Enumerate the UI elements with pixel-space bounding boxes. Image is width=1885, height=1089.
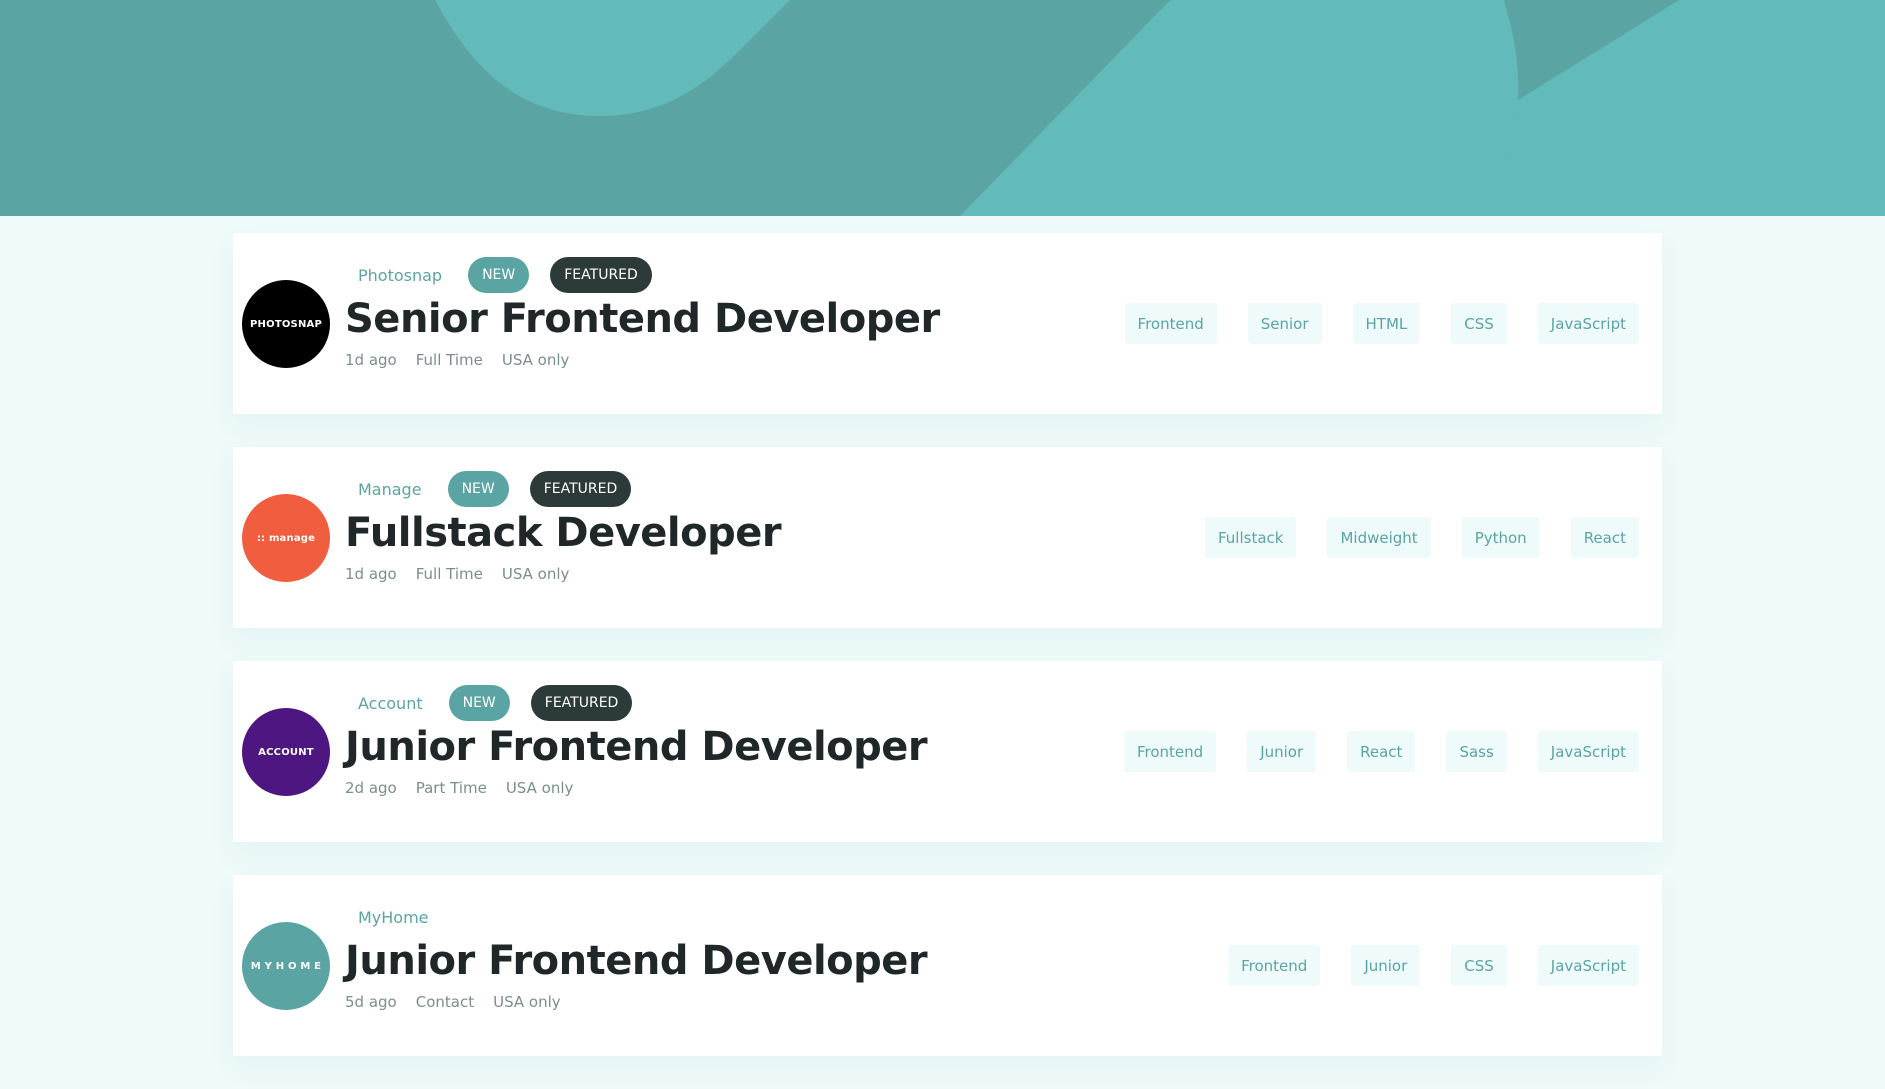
job-location: USA only [493, 993, 561, 1011]
tag-filter[interactable]: Python [1461, 517, 1540, 558]
tag-filter[interactable]: CSS [1451, 945, 1507, 986]
contract-type: Part Time [415, 779, 487, 797]
posted-at: 1d ago [345, 565, 397, 583]
job-list: PHOTOSNAP Photosnap NEW FEATURED Senior … [233, 233, 1662, 1089]
tag-filter[interactable]: JavaScript [1537, 303, 1639, 344]
featured-badge: FEATURED [550, 257, 652, 293]
logo-text: M Y H O M E [250, 960, 322, 972]
job-info: Account NEW FEATURED Junior Frontend Dev… [345, 685, 928, 797]
posted-at: 2d ago [345, 779, 397, 797]
contract-type: Full Time [415, 565, 483, 583]
job-header-row: MyHome [345, 899, 927, 935]
job-info: Manage NEW FEATURED Fullstack Developer … [345, 471, 782, 583]
tag-filter[interactable]: React [1570, 517, 1639, 558]
tag-filter[interactable]: Frontend [1123, 731, 1217, 772]
company-logo: PHOTOSNAP [242, 280, 330, 368]
job-card[interactable]: PHOTOSNAP Photosnap NEW FEATURED Senior … [233, 233, 1662, 414]
tag-filter[interactable]: Junior [1351, 945, 1421, 986]
tag-filter[interactable]: Frontend [1124, 303, 1217, 344]
job-info: Photosnap NEW FEATURED Senior Frontend D… [345, 257, 940, 369]
job-tags: Frontend Junior CSS JavaScript [1197, 945, 1639, 986]
tag-filter[interactable]: CSS [1451, 303, 1507, 344]
job-meta: 1d ago Full Time USA only [345, 565, 781, 583]
job-info: MyHome Junior Frontend Developer 5d ago … [345, 899, 928, 1012]
contract-type: Full Time [415, 351, 483, 369]
job-title[interactable]: Senior Frontend Developer [345, 295, 940, 343]
company-name: Account [358, 693, 423, 713]
job-header-row: Account NEW FEATURED [345, 685, 927, 721]
company-logo: ACCOUNT [242, 708, 330, 796]
tag-filter[interactable]: JavaScript [1537, 945, 1639, 986]
posted-at: 1d ago [345, 351, 397, 369]
job-tags: Frontend Senior HTML CSS JavaScript [1094, 303, 1639, 344]
job-tags: Fullstack Midweight Python React [1174, 517, 1639, 558]
job-location: USA only [505, 779, 574, 797]
job-title[interactable]: Junior Frontend Developer [345, 723, 928, 771]
job-card[interactable]: M Y H O M E MyHome Junior Frontend Devel… [233, 875, 1662, 1056]
featured-badge: FEATURED [529, 471, 632, 507]
tag-filter[interactable]: Frontend [1228, 945, 1321, 986]
featured-badge: FEATURED [530, 685, 633, 721]
posted-at: 5d ago [345, 993, 397, 1011]
company-logo: :: manage [242, 494, 330, 582]
job-title[interactable]: Junior Frontend Developer [345, 937, 928, 985]
job-header-row: Photosnap NEW FEATURED [345, 257, 940, 293]
tag-filter[interactable]: Senior [1247, 303, 1322, 344]
job-title[interactable]: Fullstack Developer [345, 509, 782, 557]
logo-text: ACCOUNT [258, 746, 314, 758]
tag-filter[interactable]: Junior [1247, 731, 1317, 772]
new-badge: NEW [448, 685, 510, 721]
job-header-row: Manage NEW FEATURED [345, 471, 781, 507]
job-card[interactable]: ACCOUNT Account NEW FEATURED Junior Fron… [233, 661, 1662, 842]
job-location: USA only [501, 565, 570, 583]
header-banner [0, 0, 1885, 216]
tag-filter[interactable]: Sass [1446, 731, 1507, 772]
logo-text: PHOTOSNAP [250, 318, 322, 330]
company-name: Photosnap [358, 265, 443, 285]
new-badge: NEW [468, 257, 530, 293]
job-meta: 2d ago Part Time USA only [345, 779, 927, 797]
job-meta: 1d ago Full Time USA only [345, 351, 940, 369]
job-card[interactable]: :: manage Manage NEW FEATURED Fullstack … [233, 447, 1662, 628]
tag-filter[interactable]: Midweight [1327, 517, 1431, 558]
company-logo: M Y H O M E [242, 922, 330, 1010]
tag-filter[interactable]: JavaScript [1537, 731, 1639, 772]
new-badge: NEW [447, 471, 509, 507]
job-meta: 5d ago Contact USA only [345, 993, 927, 1011]
company-name: MyHome [358, 907, 429, 927]
contract-type: Contact [415, 993, 475, 1011]
job-location: USA only [501, 351, 570, 369]
logo-text: :: manage [256, 532, 316, 544]
company-name: Manage [358, 479, 422, 499]
header-pattern [0, 0, 1885, 216]
tag-filter[interactable]: React [1347, 731, 1416, 772]
job-tags: Frontend Junior React Sass JavaScript [1093, 731, 1639, 772]
tag-filter[interactable]: Fullstack [1204, 517, 1297, 558]
tag-filter[interactable]: HTML [1352, 303, 1421, 344]
